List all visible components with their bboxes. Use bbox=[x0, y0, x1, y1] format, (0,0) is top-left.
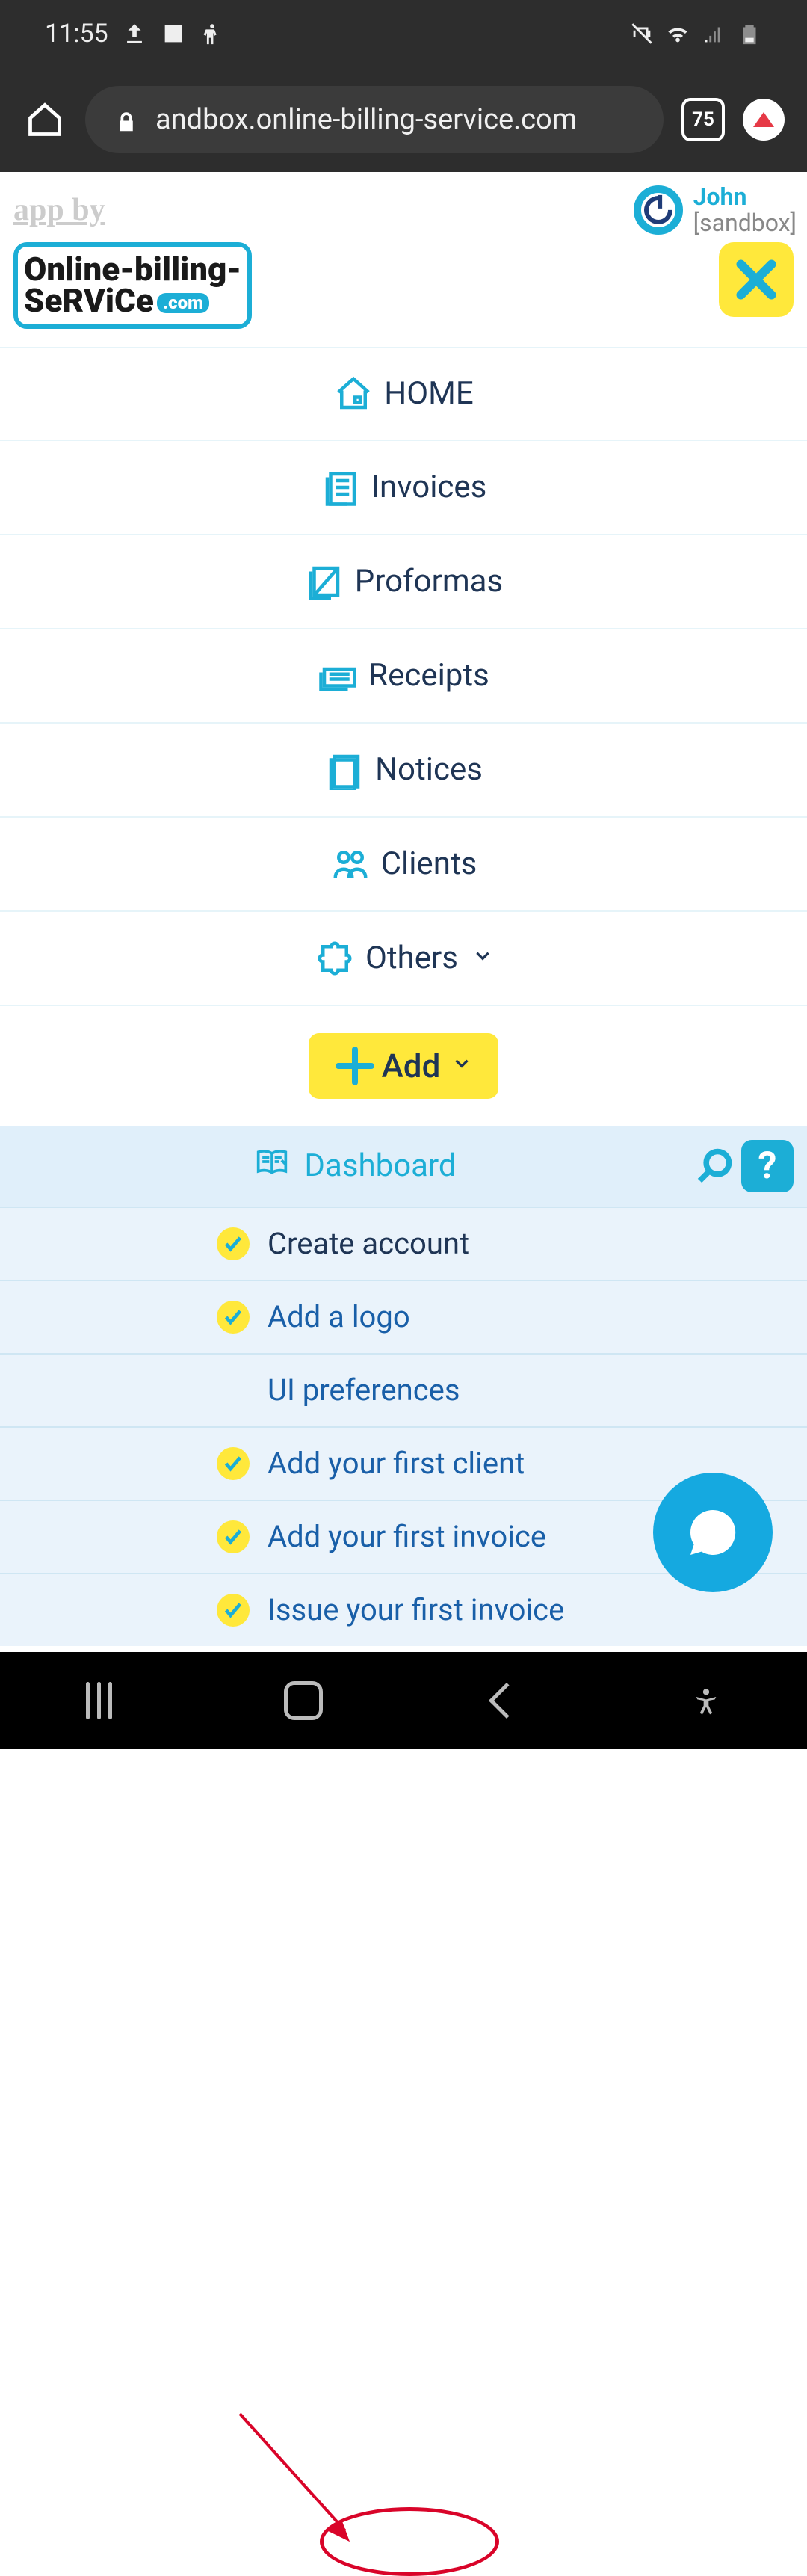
app-header: app by John [sandbox] bbox=[0, 172, 807, 236]
signal-icon bbox=[701, 21, 726, 46]
close-icon bbox=[734, 257, 779, 302]
dashboard-title[interactable]: Dashboard bbox=[13, 1145, 695, 1186]
nav-home[interactable]: HOME bbox=[0, 347, 807, 441]
help-button[interactable]: ? bbox=[741, 1140, 794, 1192]
nav-others[interactable]: Others bbox=[0, 912, 807, 1006]
power-icon bbox=[634, 185, 683, 235]
upload-icon bbox=[122, 21, 147, 46]
checklist-label: Add your first invoice bbox=[268, 1519, 546, 1554]
checklist-label: Add your first client bbox=[268, 1446, 525, 1481]
wifi-icon bbox=[665, 21, 690, 46]
checklist-label: Issue your first invoice bbox=[268, 1592, 564, 1627]
add-row: Add bbox=[0, 1006, 807, 1126]
home-icon bbox=[333, 374, 374, 414]
battery-icon bbox=[737, 21, 762, 46]
receipts-icon bbox=[318, 656, 358, 696]
check-icon bbox=[217, 1520, 250, 1553]
update-badge[interactable] bbox=[743, 99, 785, 141]
plus-icon bbox=[336, 1047, 374, 1085]
checklist-item[interactable]: Add a logo bbox=[0, 1280, 807, 1353]
chevron-down-icon bbox=[452, 1053, 471, 1079]
clients-icon bbox=[330, 844, 371, 884]
chat-fab[interactable] bbox=[653, 1473, 773, 1592]
dashboard-bar: Dashboard ? bbox=[0, 1126, 807, 1207]
url-text: andbox.online-billing-service.com bbox=[155, 103, 577, 136]
site-logo[interactable]: Online-billing- SeRViCe.com bbox=[13, 242, 252, 329]
recent-apps-button[interactable] bbox=[86, 1682, 112, 1719]
tab-count-button[interactable]: 75 bbox=[681, 98, 725, 141]
android-status-bar: 11:55 bbox=[0, 0, 807, 67]
nav-invoices[interactable]: Invoices bbox=[0, 441, 807, 535]
status-time: 11:55 bbox=[45, 19, 108, 49]
accessibility-button[interactable] bbox=[691, 1686, 721, 1716]
checklist-item[interactable]: UI preferences bbox=[0, 1353, 807, 1426]
search-button[interactable] bbox=[695, 1147, 734, 1186]
walking-icon bbox=[200, 21, 225, 46]
nav-proformas[interactable]: Proformas bbox=[0, 535, 807, 629]
android-nav-bar bbox=[0, 1652, 807, 1749]
chevron-down-icon bbox=[473, 945, 492, 971]
up-arrow-icon bbox=[753, 112, 774, 127]
nav-notices[interactable]: Notices bbox=[0, 724, 807, 818]
app-by-label: app by bbox=[13, 192, 105, 228]
vibrate-icon bbox=[629, 21, 655, 46]
check-icon bbox=[217, 1447, 250, 1480]
android-back-button[interactable] bbox=[489, 1683, 525, 1719]
user-sandbox-label: [sandbox] bbox=[693, 210, 797, 236]
checklist-item[interactable]: Create account bbox=[0, 1207, 807, 1280]
proformas-icon bbox=[304, 561, 344, 602]
invoices-icon bbox=[321, 467, 361, 508]
check-icon bbox=[217, 1227, 250, 1260]
checklist-label: Create account bbox=[268, 1226, 469, 1261]
checklist-label: Add a logo bbox=[268, 1299, 410, 1334]
add-button[interactable]: Add bbox=[309, 1033, 499, 1099]
url-bar[interactable]: andbox.online-billing-service.com bbox=[85, 86, 664, 153]
main-nav: HOME Invoices Proformas Receipts Notices… bbox=[0, 347, 807, 1006]
notices-icon bbox=[324, 750, 365, 790]
close-menu-button[interactable] bbox=[719, 242, 794, 317]
book-icon bbox=[252, 1145, 292, 1186]
checklist-label: UI preferences bbox=[268, 1372, 460, 1408]
user-name: John bbox=[693, 184, 797, 210]
browser-toolbar: andbox.online-billing-service.com 75 bbox=[0, 67, 807, 172]
logo-row: Online-billing- SeRViCe.com bbox=[0, 236, 807, 347]
lock-icon bbox=[115, 108, 137, 131]
puzzle-icon bbox=[315, 938, 355, 979]
check-icon bbox=[217, 1301, 250, 1334]
browser-home-button[interactable] bbox=[22, 97, 67, 142]
check-icon bbox=[217, 1594, 250, 1627]
image-icon bbox=[161, 21, 186, 46]
android-home-button[interactable] bbox=[284, 1681, 323, 1720]
nav-clients[interactable]: Clients bbox=[0, 818, 807, 912]
user-widget[interactable]: John [sandbox] bbox=[634, 184, 797, 236]
nav-receipts[interactable]: Receipts bbox=[0, 629, 807, 724]
